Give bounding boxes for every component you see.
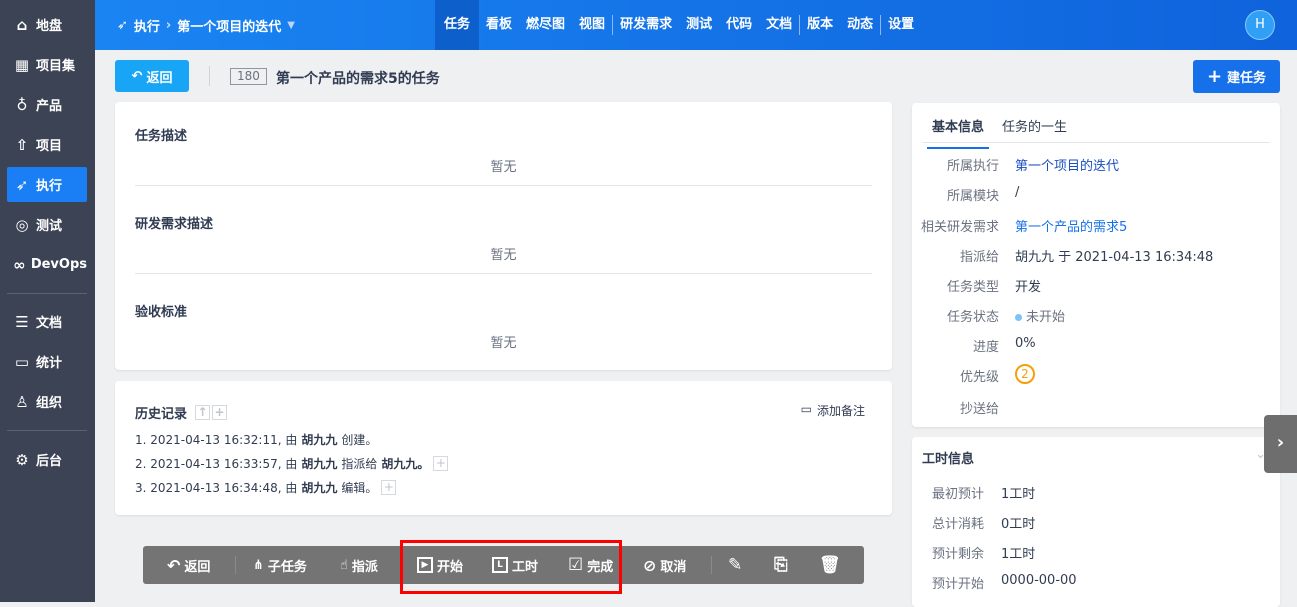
add-note-button[interactable]: ▭ 添加备注 [801,402,865,419]
expand-all-icon[interactable]: + [212,405,228,420]
back-button[interactable]: ↶ 返回 [115,60,189,92]
nav-dynamic[interactable]: 动态 [840,0,880,50]
priority-badge: 2 [1015,364,1035,384]
tab-basic-info[interactable]: 基本信息 [927,116,990,149]
sidebar-item-org[interactable]: ♙ 组织 [7,384,87,419]
nav-doc[interactable]: 文档 [759,0,799,50]
infinity-icon: ∞ [13,255,26,274]
divider [711,556,712,574]
trash-icon[interactable]: 🗑 [819,546,841,584]
divider [209,66,210,86]
nav-view[interactable]: 视图 [572,0,612,50]
sidebar-item-test[interactable]: ◎ 测试 [7,207,87,242]
divider [235,556,236,574]
story-link[interactable]: 第一个产品的需求5 [1015,216,1127,235]
sidebar-item-devops[interactable]: ∞ DevOps [7,247,87,282]
section-title: 验收标准 [135,305,188,320]
ban-icon: ⊘ [643,555,657,575]
nav-story[interactable]: 研发需求 [613,0,679,50]
edit-icon[interactable]: ✎ [728,546,742,584]
cancel-button[interactable]: ⊘ 取消 [643,546,686,584]
tab-task-life[interactable]: 任务的一生 [1002,116,1067,135]
doc-icon: ☰ [15,312,29,331]
divider [7,293,87,294]
divider [135,185,872,186]
run-icon: ➶ [15,175,29,194]
sitemap-icon: ⋔ [253,557,264,573]
expand-icon[interactable]: + [433,456,449,471]
home-icon: ⌂ [16,15,28,34]
section-title: 研发需求描述 [135,217,214,232]
sidebar: ⌂ 地盘 ▦ 项目集 ♁ 产品 ⇧ 项目 ➶ 执行 ◎ 测试 ∞ DevOps ☰ 文档 ▭ 统计… [0,0,95,602]
gear-icon: ⚙ [15,450,29,469]
undo-icon: ↶ [131,68,143,84]
assign-button[interactable]: ☝ 指派 [340,546,378,584]
nav-code[interactable]: 代码 [719,0,759,50]
main-nav: 任务 看板 燃尽图 视图 研发需求 测试 代码 文档 版本 动态 设置 [435,0,921,50]
sort-icon[interactable]: ↑ [195,405,211,420]
sidebar-toggle-button[interactable]: › [1264,415,1297,473]
crumb-root[interactable]: 执行 [134,16,160,35]
nav-burndown[interactable]: 燃尽图 [519,0,572,50]
history-header: 历史记录 ↑ + [135,403,228,422]
page-title: 第一个产品的需求5的任务 [276,71,440,87]
divider [7,430,87,431]
search-icon: ◎ [15,215,29,234]
comment-icon: ▭ [800,402,812,416]
sidebar-item-execution[interactable]: ➶ 执行 [7,167,87,202]
expand-icon[interactable]: + [381,480,397,495]
run-icon: ➶ [117,17,128,33]
info-tabs: 基本信息 任务的一生 [922,103,1270,149]
section-content: 暂无 [490,248,517,263]
chevron-right-icon: › [1276,432,1285,453]
execution-link[interactable]: 第一个项目的迭代 [1015,155,1119,174]
chevron-right-icon: › [165,17,172,33]
nav-task[interactable]: 任务 [435,0,480,50]
section-title: 任务描述 [135,129,188,144]
history-entry: 1. 2021-04-13 16:32:11, 由胡九九 创建。 [135,433,378,447]
breadcrumb: ➶ 执行 › 第一个项目的迭代 ▼ [117,0,295,50]
rocket-icon: ⇧ [15,135,29,154]
copy-icon[interactable]: ⎘ [774,546,788,584]
history-entry: 2. 2021-04-13 16:33:57, 由胡九九 指派给 胡九九。 + [135,455,449,472]
header: ➶ 执行 › 第一个项目的迭代 ▼ 任务 看板 燃尽图 视图 研发需求 测试 代… [95,0,1297,50]
section-content: 暂无 [490,160,517,175]
divider [135,273,872,274]
sidebar-item-product[interactable]: ♁ 产品 [7,87,87,122]
history-entry: 3. 2021-04-13 16:34:48, 由胡九九 编辑。 + [135,479,397,496]
subtask-button[interactable]: ⋔ 子任务 [253,546,307,584]
task-id-badge: 180 [230,68,267,85]
grid-icon: ▦ [14,55,30,74]
undo-icon: ↶ [167,555,181,575]
back-action-button[interactable]: ↶ 返回 [167,546,210,584]
bulb-icon: ♁ [16,95,28,114]
description-panel: 任务描述 暂无 研发需求描述 暂无 验收标准 暂无 [115,102,892,370]
panel-title: 工时信息 [922,452,975,467]
basic-info-panel: 基本信息 任务的一生 所属执行 第一个项目的迭代 所属模块 / 相关研发需求 第一个产… [912,103,1280,427]
execution-switcher[interactable]: 第一个项目的迭代 [177,16,281,35]
section-content: 暂无 [490,336,517,351]
nav-build[interactable]: 版本 [800,0,840,50]
history-panel: 历史记录 ↑ + ▭ 添加备注 1. 2021-04-13 16:32:11, 由胡九… [115,381,892,515]
plus-icon: + [1206,66,1223,87]
sidebar-item-dashboard[interactable]: ⌂ 地盘 [7,7,87,42]
sidebar-item-project[interactable]: ⇧ 项目 [7,127,87,162]
sidebar-item-doc[interactable]: ☰ 文档 [7,304,87,339]
effort-panel: 工时信息 ⌄ 最初预计 1工时 总计消耗 0工时 预计剩余 1工时 预计开始 0000-… [912,437,1280,607]
nav-settings[interactable]: 设置 [881,0,921,50]
sidebar-item-stats[interactable]: ▭ 统计 [7,344,87,379]
chart-icon: ▭ [14,352,30,371]
highlight-box [400,540,622,594]
users-icon: ♙ [15,392,29,411]
status-badge: 未开始 [1015,306,1065,325]
thumbs-up-icon: ☝ [340,557,348,573]
nav-kanban[interactable]: 看板 [479,0,519,50]
avatar[interactable]: H [1245,10,1275,40]
nav-test[interactable]: 测试 [679,0,719,50]
sidebar-item-program[interactable]: ▦ 项目集 [7,47,87,82]
caret-down-icon: ▼ [287,19,295,31]
sidebar-item-admin[interactable]: ⚙ 后台 [7,442,87,477]
new-task-button[interactable]: + 建任务 [1193,60,1280,93]
status-dot-icon [1015,314,1022,321]
